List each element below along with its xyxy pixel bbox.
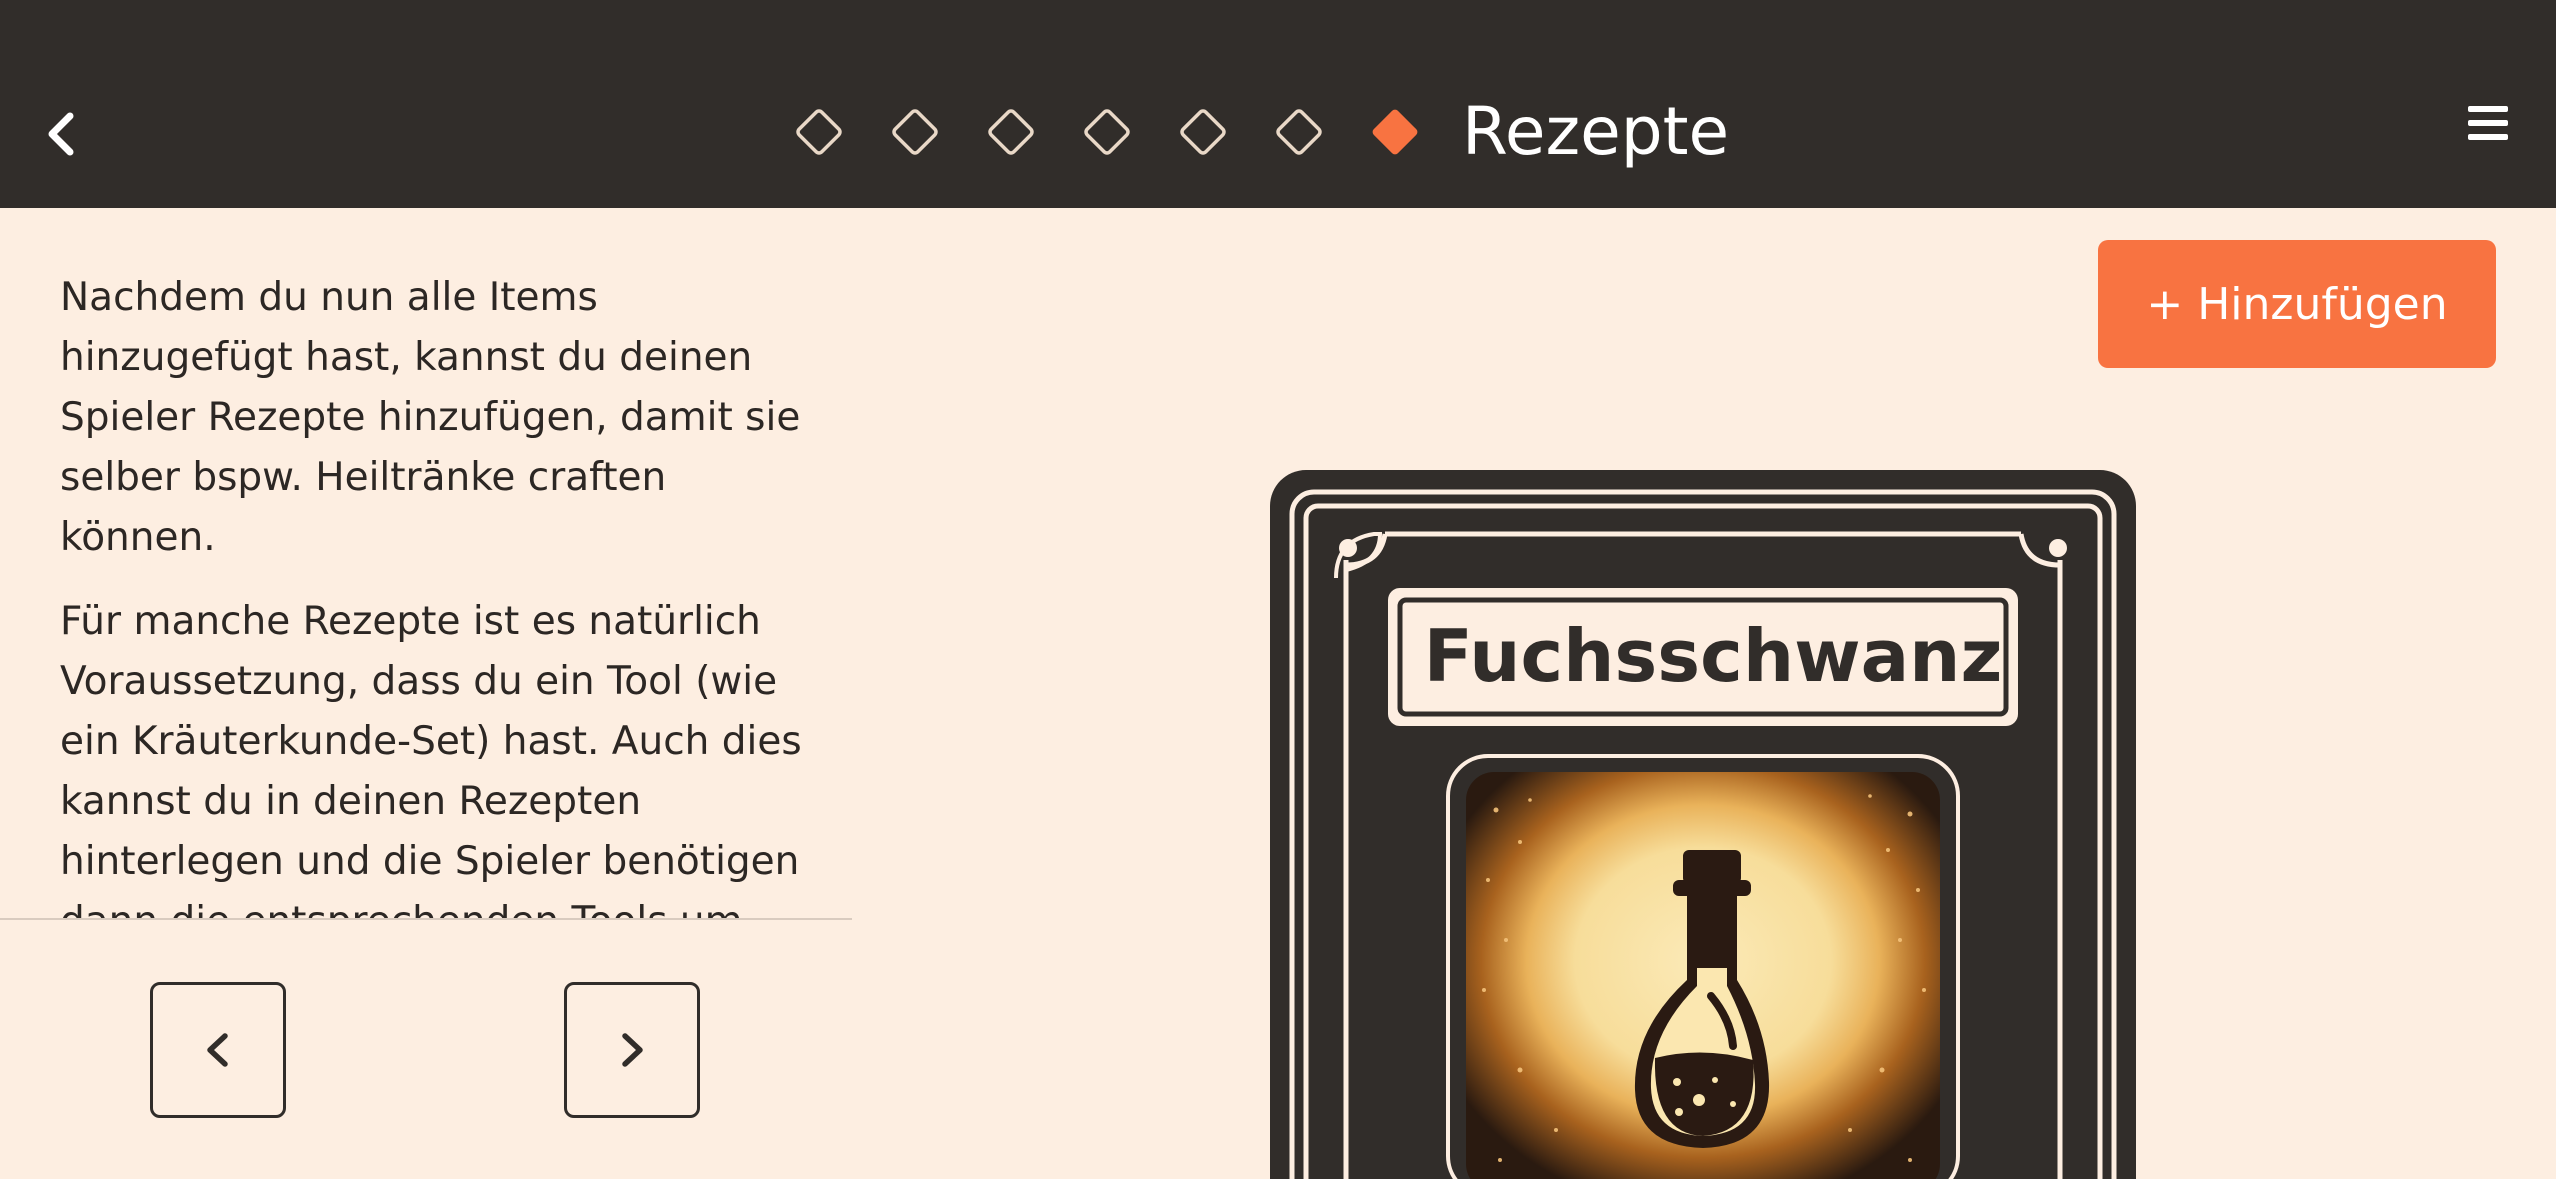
chevron-left-icon (207, 1033, 228, 1067)
hamburger-menu-icon (2468, 106, 2508, 140)
card-title: Fuchsschwanz (1423, 614, 2003, 698)
previous-button[interactable] (150, 982, 286, 1118)
step-indicator-3[interactable] (982, 103, 1040, 161)
chevron-right-icon (622, 1033, 643, 1067)
diamond-outline-icon (892, 109, 938, 155)
info-paragraph: Für manche Rezepte ist es natürlich Vora… (60, 599, 802, 918)
back-button[interactable] (38, 98, 90, 168)
diamond-filled-icon (1372, 109, 1418, 155)
menu-button[interactable] (2466, 100, 2510, 150)
divider (0, 918, 852, 920)
chevron-left-icon (48, 112, 74, 156)
page-title: Rezepte (1462, 93, 1730, 170)
top-app-bar: Rezepte (0, 0, 2556, 208)
step-indicator-6[interactable] (1270, 103, 1328, 161)
step-indicator-2[interactable] (886, 103, 944, 161)
potion-bottle-icon (1634, 850, 1770, 1148)
step-indicator-1[interactable] (790, 103, 848, 161)
step-indicator-active[interactable] (1366, 103, 1424, 161)
next-button[interactable] (564, 982, 700, 1118)
diamond-outline-icon (1084, 109, 1130, 155)
diamond-outline-icon (1276, 109, 1322, 155)
info-paragraph: Nachdem du nun alle Items hinzugefügt ha… (60, 275, 801, 560)
card-title-plate: Fuchsschwanz (1400, 588, 2026, 724)
step-indicator-5[interactable] (1174, 103, 1232, 161)
add-recipe-button[interactable]: + Hinzufügen (2098, 240, 2496, 368)
diamond-outline-icon (796, 109, 842, 155)
diamond-outline-icon (988, 109, 1034, 155)
recipe-card[interactable]: Fuchsschwanz (1270, 470, 2136, 1179)
info-text-panel: Nachdem du nun alle Items hinzugefügt ha… (60, 268, 820, 918)
step-indicator-4[interactable] (1078, 103, 1136, 161)
progress-steps: Rezepte (790, 92, 1729, 172)
diamond-outline-icon (1180, 109, 1226, 155)
